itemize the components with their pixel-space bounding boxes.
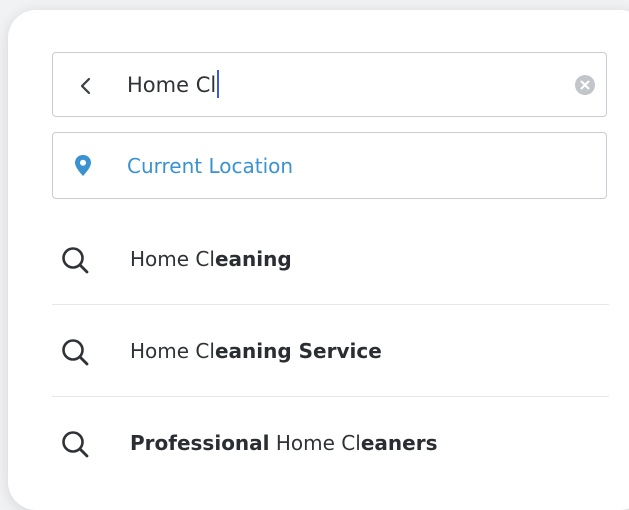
- suggestion-item[interactable]: Professional Home Cleaners: [52, 397, 609, 489]
- suggestion-part-bold: eaning Service: [214, 339, 382, 363]
- suggestion-part-bold: Professional: [130, 431, 270, 455]
- search-input[interactable]: Home Cl: [127, 53, 220, 118]
- search-icon: [60, 429, 90, 459]
- chevron-left-icon[interactable]: [75, 75, 97, 97]
- suggestion-part: Home Cl: [130, 247, 215, 271]
- map-pin-icon: [73, 154, 93, 178]
- search-icon: [60, 337, 90, 367]
- clear-circle-icon[interactable]: [574, 74, 596, 96]
- suggestion-item[interactable]: Home Cleaning Service: [52, 305, 609, 397]
- suggestion-part: Home Cl: [269, 431, 361, 455]
- search-query-text: Home Cl: [127, 73, 217, 97]
- search-autocomplete-panel: Home Cl Current Location Home Cleaning H…: [8, 10, 629, 510]
- suggestion-item[interactable]: Home Cleaning: [52, 213, 609, 305]
- search-icon: [60, 245, 90, 275]
- suggestion-part-bold: eaners: [360, 431, 438, 455]
- suggestion-part-bold: eaning: [214, 247, 292, 271]
- suggestion-part: Home Cl: [130, 339, 215, 363]
- suggestion-label: Home Cleaning Service: [130, 305, 382, 397]
- text-caret: [217, 70, 220, 98]
- suggestion-label: Home Cleaning: [130, 213, 292, 305]
- suggestion-label: Professional Home Cleaners: [130, 397, 437, 489]
- current-location-label: Current Location: [127, 154, 294, 178]
- suggestion-list: Home Cleaning Home Cleaning Service Prof…: [52, 213, 609, 489]
- search-input-box[interactable]: Home Cl: [52, 52, 607, 117]
- current-location-button[interactable]: Current Location: [52, 132, 607, 199]
